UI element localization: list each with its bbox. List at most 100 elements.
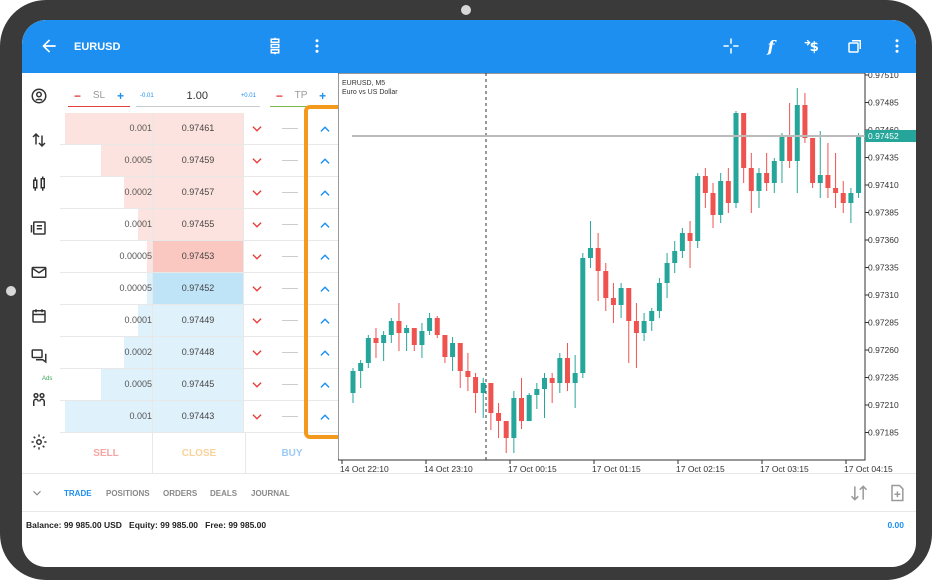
dom-row: 0.0005 0.97459: [60, 145, 338, 177]
nav-mail[interactable]: [28, 261, 50, 283]
balance-value: 99 985.00 USD: [63, 520, 122, 530]
svg-text:$: $: [810, 40, 819, 55]
dom-volume: 0.0005: [124, 155, 152, 165]
separator-dash: [282, 320, 298, 321]
nav-community[interactable]: [28, 389, 50, 411]
ads-label: Ads: [42, 376, 53, 382]
dom-row: 0.0001 0.97455: [60, 209, 338, 241]
candle-body: [419, 331, 425, 345]
dom-icon[interactable]: [264, 35, 286, 57]
chevron-down-icon[interactable]: [30, 486, 44, 500]
tp-minus-button[interactable]: −: [276, 89, 283, 103]
volume-decrease-button[interactable]: -0.01: [140, 93, 154, 99]
sl-plus-button[interactable]: +: [117, 89, 124, 103]
candle-body: [496, 413, 502, 421]
sl-minus-button[interactable]: −: [74, 89, 81, 103]
buy-button[interactable]: BUY: [246, 433, 338, 473]
volume-field[interactable]: -0.01 1.00 +0.01: [136, 85, 260, 107]
trade-dollar-icon[interactable]: $: [802, 35, 824, 57]
candle-body: [549, 378, 555, 383]
stop-loss-field[interactable]: − SL +: [68, 85, 130, 107]
candle-body: [626, 288, 632, 321]
tab-trade[interactable]: TRADE: [64, 489, 92, 498]
sell-limit-button[interactable]: [246, 310, 268, 332]
candle-body: [649, 311, 655, 321]
y-tick-label: 0.97360: [868, 235, 899, 245]
news-icon: [30, 221, 46, 235]
balance-line: Balance: 99 985.00 USD Equity: 99 985.00…: [26, 520, 266, 530]
back-arrow-icon[interactable]: [39, 36, 59, 56]
separator-dash: [282, 192, 298, 193]
close-button[interactable]: CLOSE: [153, 433, 246, 473]
tab-deals[interactable]: DEALS: [210, 489, 237, 498]
candle-body: [365, 338, 371, 363]
sell-limit-button[interactable]: [246, 118, 268, 140]
separator-dash: [282, 352, 298, 353]
candle-body: [856, 135, 862, 193]
more-vert-icon[interactable]: [306, 35, 328, 57]
volume-value[interactable]: 1.00: [187, 90, 208, 102]
tp-plus-button[interactable]: +: [319, 89, 326, 103]
candle-body: [710, 193, 716, 215]
candle-body: [756, 173, 762, 191]
candle-body: [672, 251, 678, 263]
crosshair-icon[interactable]: [720, 35, 742, 57]
dom-price: 0.97448: [181, 347, 215, 357]
dom-row: 0.0001 0.97449: [60, 305, 338, 337]
sell-limit-button[interactable]: [246, 278, 268, 300]
candle-body: [503, 421, 509, 438]
sell-limit-button[interactable]: [246, 182, 268, 204]
chevron-down-icon: [252, 382, 262, 388]
more-vert-icon-right[interactable]: [886, 35, 908, 57]
price-chart[interactable]: 0.975100.974850.974600.974350.974100.973…: [338, 73, 916, 475]
chevron-down-icon: [252, 350, 262, 356]
sell-limit-button[interactable]: [246, 406, 268, 428]
separator-dash: [282, 288, 298, 289]
swap-arrows-icon: [32, 132, 46, 148]
dom-row: 0.001 0.97461: [60, 113, 338, 145]
candle-body: [695, 176, 701, 241]
indicators-icon[interactable]: f: [760, 35, 782, 57]
take-profit-field[interactable]: − TP +: [270, 85, 332, 107]
symbol-title[interactable]: EURUSD: [74, 41, 120, 53]
nav-trade-arrows[interactable]: [28, 129, 50, 151]
sell-limit-button[interactable]: [246, 374, 268, 396]
gear-icon: [31, 434, 47, 450]
y-tick-label: 0.97310: [868, 290, 899, 300]
nav-chat[interactable]: [28, 345, 50, 367]
sort-icon[interactable]: [849, 483, 869, 503]
chevron-down-icon: [252, 222, 262, 228]
candle-body: [457, 343, 463, 371]
nav-settings[interactable]: [28, 431, 50, 453]
candle-body: [434, 318, 440, 335]
sell-limit-button[interactable]: [246, 246, 268, 268]
tab-orders[interactable]: ORDERS: [163, 489, 197, 498]
new-order-icon[interactable]: [887, 483, 907, 503]
dom-row: 0.001 0.97443: [60, 401, 338, 433]
chart-description-label: Euro vs US Dollar: [342, 89, 398, 96]
volume-increase-button[interactable]: +0.01: [241, 93, 256, 99]
account-summary: Balance: 99 985.00 USD Equity: 99 985.00…: [22, 511, 916, 535]
sl-label: SL: [92, 90, 106, 101]
sell-limit-button[interactable]: [246, 214, 268, 236]
candle-body: [794, 105, 800, 161]
chart-canvas[interactable]: 0.975100.974850.974600.974350.974100.973…: [338, 73, 916, 475]
camera-dot: [461, 5, 471, 15]
nav-calendar[interactable]: [28, 305, 50, 327]
nav-chart[interactable]: [28, 173, 50, 195]
nav-news[interactable]: [28, 217, 50, 239]
nav-quotes[interactable]: [28, 85, 50, 107]
sell-limit-button[interactable]: [246, 150, 268, 172]
tab-journal[interactable]: JOURNAL: [251, 489, 290, 498]
tab-positions[interactable]: POSITIONS: [106, 489, 150, 498]
chart-header: EURUSD, M5 Euro vs US Dollar: [342, 79, 398, 97]
dom-volume: 0.0001: [124, 315, 152, 325]
sell-button[interactable]: SELL: [60, 433, 153, 473]
chevron-down-icon: [252, 318, 262, 324]
candle-body: [641, 321, 647, 333]
plot-area[interactable]: [338, 73, 866, 461]
y-tick-label: 0.97210: [868, 400, 899, 410]
windows-icon[interactable]: [844, 35, 866, 57]
sell-limit-button[interactable]: [246, 342, 268, 364]
calendar-icon: [32, 309, 46, 323]
